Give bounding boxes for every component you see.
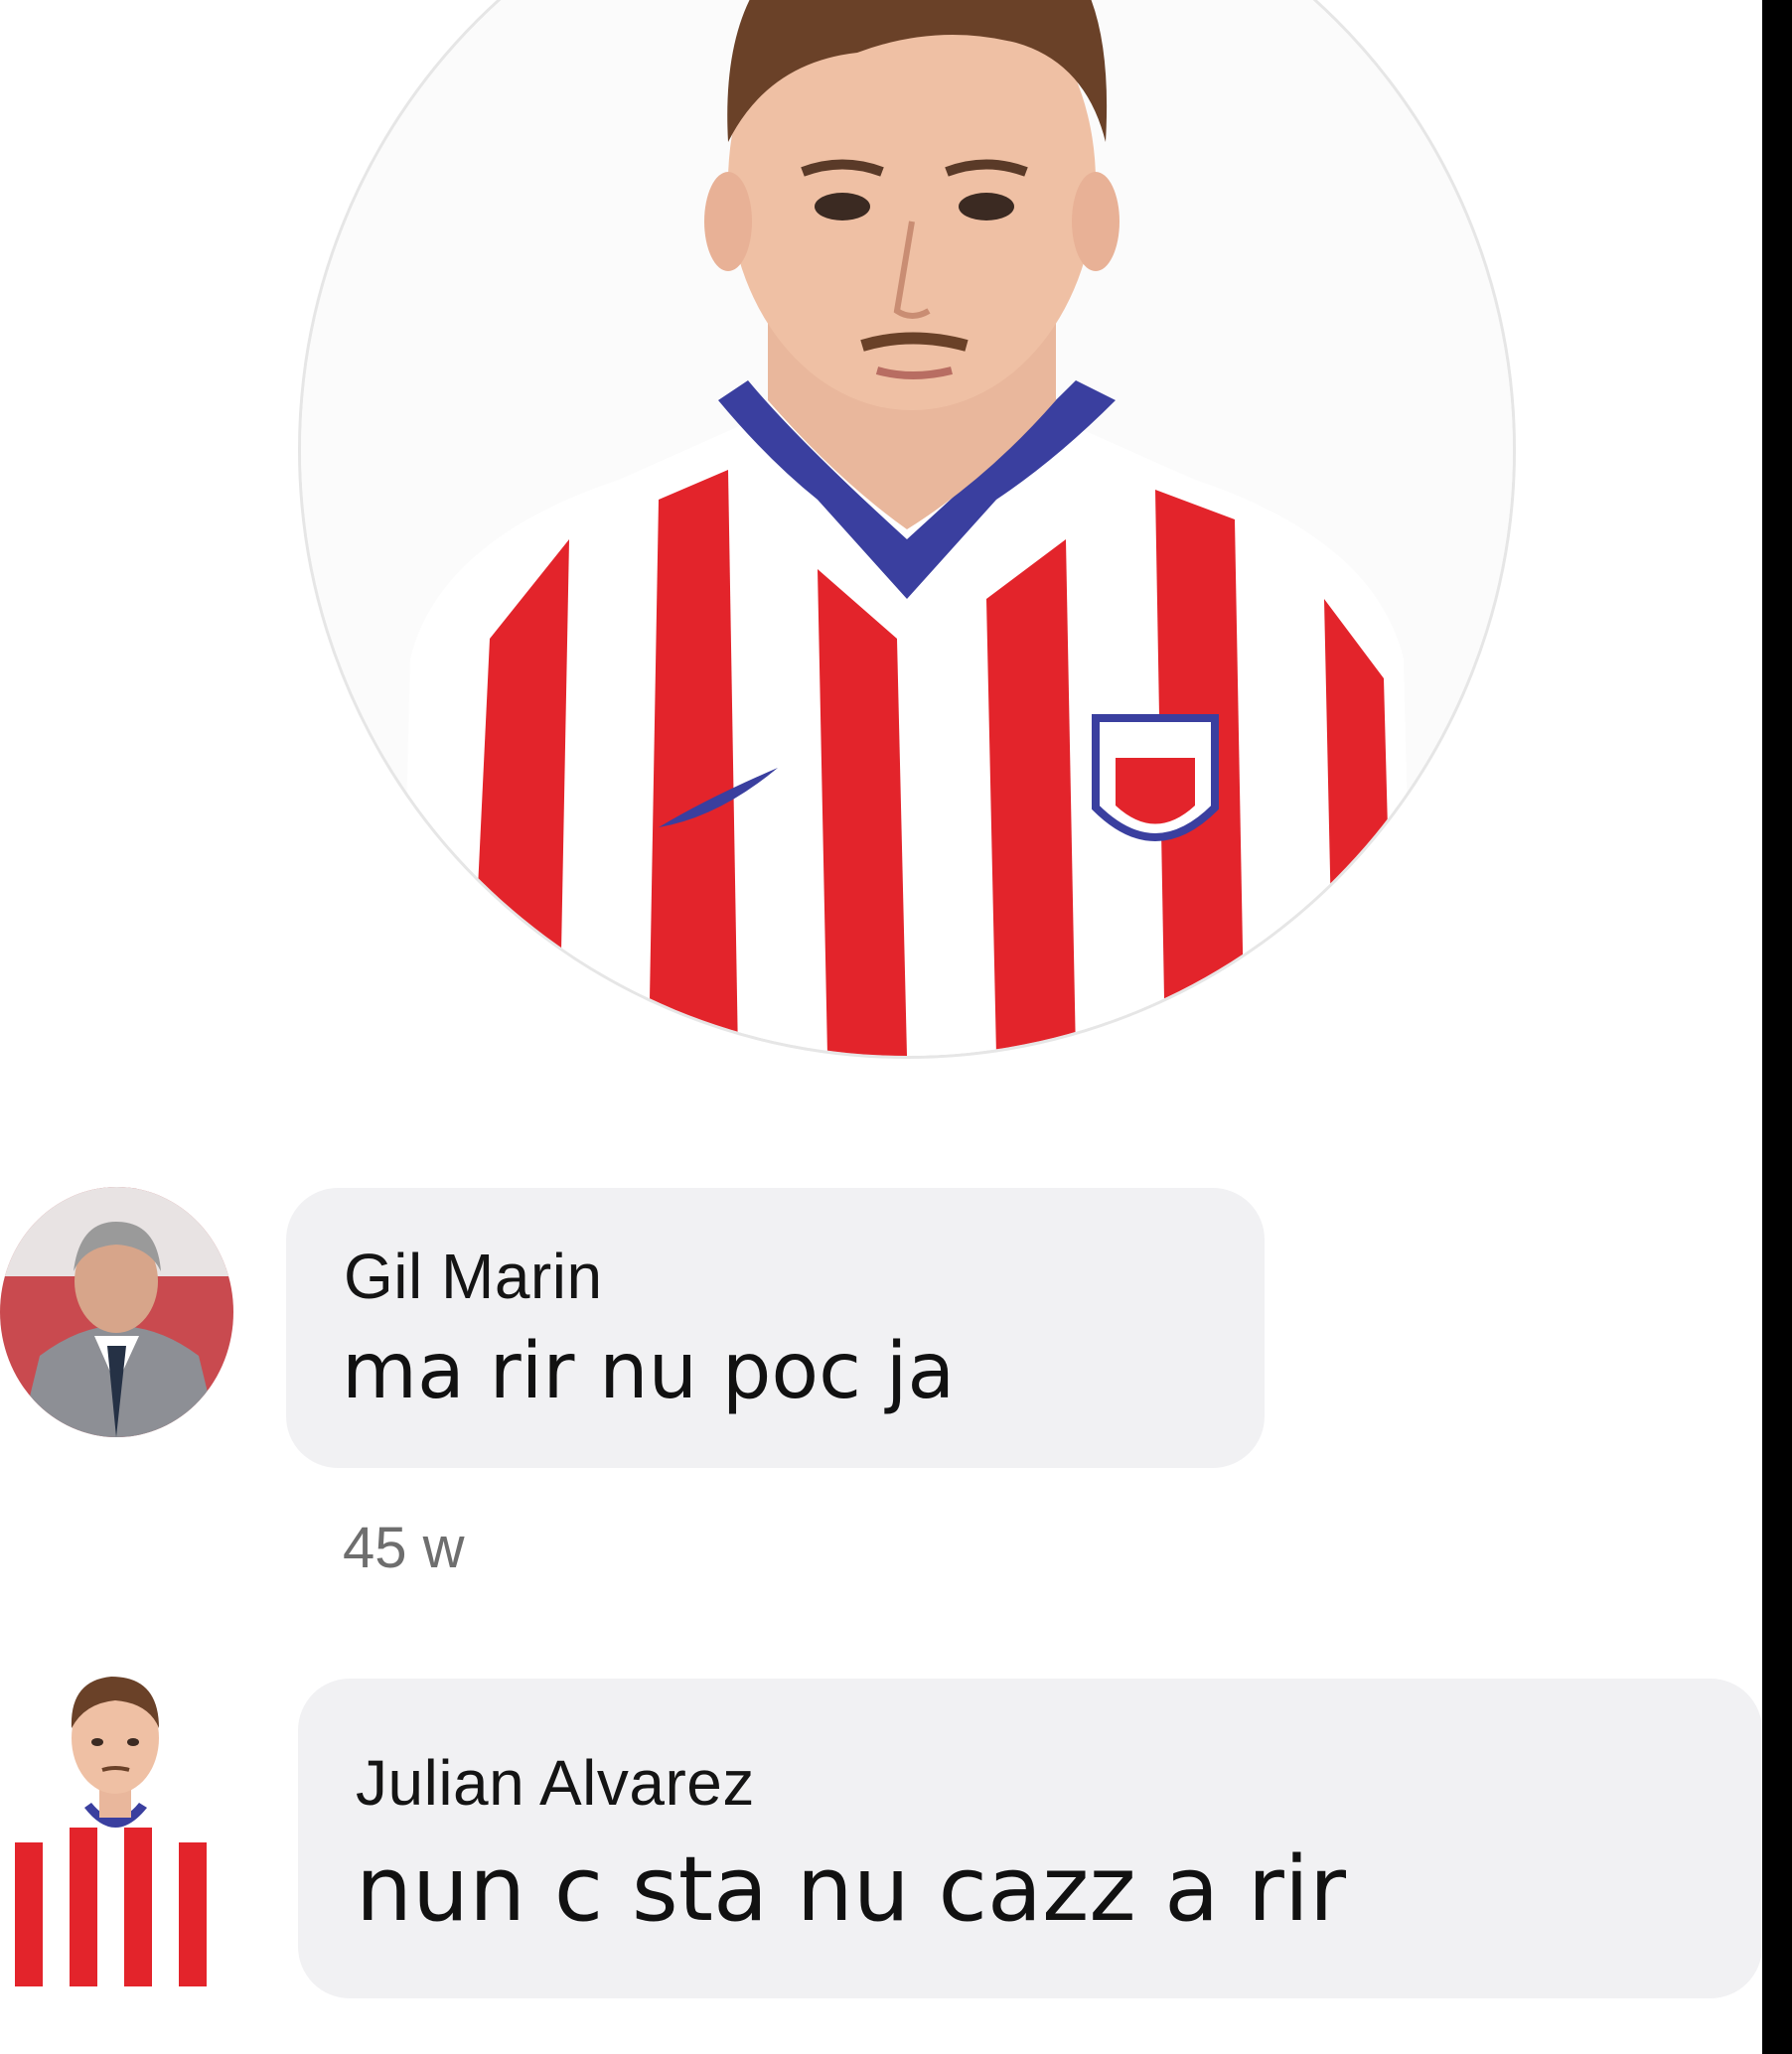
comment-author[interactable]: Julian Alvarez	[356, 1746, 755, 1820]
profile-photo[interactable]	[298, 0, 1516, 1059]
screen-edge	[1762, 0, 1792, 2054]
comment-bubble[interactable]: Julian Alvarez nun c sta nu cazz a rir	[298, 1679, 1762, 1998]
player-portrait-icon	[301, 0, 1513, 1056]
comment-text: ma rir nu poc ja	[342, 1327, 956, 1416]
comment-author[interactable]: Gil Marin	[344, 1240, 603, 1313]
avatar-photo-gil-marin-icon	[0, 1187, 233, 1437]
comment-text: nun c sta nu cazz a rir	[356, 1837, 1346, 1942]
avatar[interactable]	[0, 1187, 233, 1437]
avatar[interactable]	[0, 1659, 230, 1986]
comment-timestamp: 45 w	[343, 1516, 465, 1580]
comment-bubble[interactable]: Gil Marin ma rir nu poc ja	[286, 1188, 1265, 1468]
avatar-photo-julian-alvarez-icon	[0, 1659, 230, 1986]
